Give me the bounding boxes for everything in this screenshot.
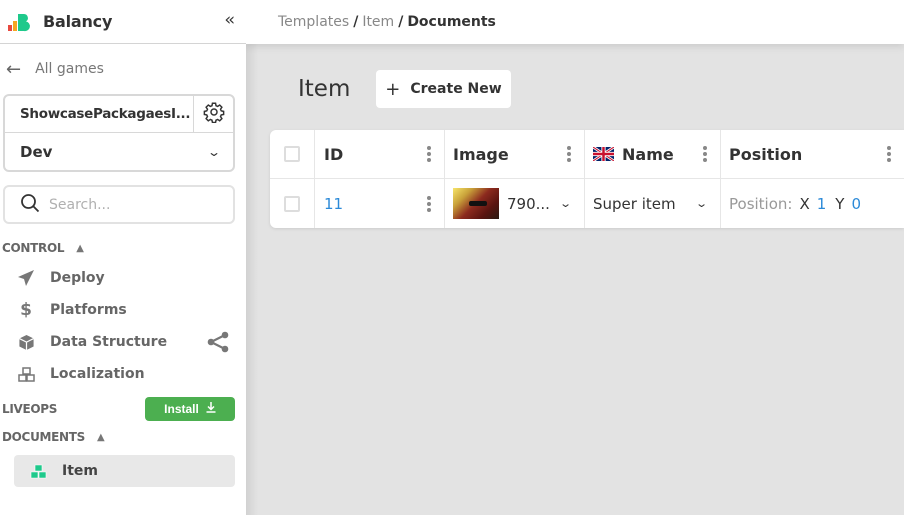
position-y-value[interactable]: 0 bbox=[851, 195, 861, 213]
column-header-label: Position bbox=[729, 144, 803, 164]
column-menu-icon[interactable] bbox=[703, 146, 707, 162]
chevron-down-icon[interactable]: ⌄ bbox=[559, 197, 572, 210]
sidebar-item-label: Data Structure bbox=[50, 334, 168, 350]
column-header-label: Name bbox=[622, 144, 674, 164]
paper-plane-icon bbox=[17, 269, 35, 287]
position-y-label: Y bbox=[835, 194, 845, 213]
cubes-icon bbox=[17, 366, 35, 382]
environment-value: Dev bbox=[20, 142, 53, 161]
create-new-button[interactable]: + Create New bbox=[376, 70, 511, 108]
chevron-up-icon: ▲ bbox=[76, 242, 84, 254]
position-x-label: X bbox=[799, 194, 810, 213]
game-name[interactable]: ShowcasePackagaesI... bbox=[5, 96, 193, 132]
all-games-link[interactable]: ← All games bbox=[0, 44, 246, 94]
search-icon bbox=[20, 193, 40, 217]
position-label: Position: bbox=[729, 194, 793, 213]
column-menu-icon[interactable] bbox=[887, 146, 891, 162]
balancy-logo-icon bbox=[7, 12, 31, 32]
name-cell[interactable]: Super item ⌄ bbox=[585, 179, 721, 228]
search-input[interactable] bbox=[49, 196, 219, 213]
breadcrumb-templates[interactable]: Templates bbox=[278, 14, 349, 30]
gear-icon bbox=[203, 101, 225, 127]
app-name: Balancy bbox=[43, 12, 113, 31]
sidebar-shadow bbox=[246, 44, 258, 515]
column-menu-icon[interactable] bbox=[427, 146, 431, 162]
liveops-section-title: LIVEOPS bbox=[2, 402, 58, 416]
column-menu-icon[interactable] bbox=[567, 146, 571, 162]
sidebar-item-localization[interactable]: Localization bbox=[0, 358, 246, 390]
sidebar: Balancy ‹‹ ← All games ShowcasePackagaes… bbox=[0, 0, 246, 515]
sidebar-item-label: Platforms bbox=[50, 302, 127, 318]
table-header-row: ID Image Name Position bbox=[270, 130, 904, 179]
cubes-icon bbox=[30, 464, 47, 479]
all-games-label: All games bbox=[35, 61, 104, 77]
column-header-label: Image bbox=[453, 144, 509, 164]
sidebar-item-deploy[interactable]: Deploy bbox=[0, 262, 246, 294]
sidebar-item-platforms[interactable]: $ Platforms bbox=[0, 294, 246, 326]
position-x-value[interactable]: 1 bbox=[817, 195, 827, 213]
documents-section-title: DOCUMENTS bbox=[2, 430, 86, 444]
cube-icon bbox=[17, 334, 35, 351]
breadcrumb: Templates / Item / Documents bbox=[246, 0, 904, 44]
share-icon[interactable] bbox=[206, 331, 230, 357]
uk-flag-icon bbox=[593, 147, 614, 161]
game-settings-button[interactable] bbox=[193, 96, 233, 132]
game-selector: ShowcasePackagaesI... Dev ⌄ bbox=[3, 94, 235, 172]
install-liveops-button[interactable]: Install bbox=[145, 397, 235, 421]
position-cell: Position: X 1 Y 0 bbox=[721, 179, 904, 228]
chevron-up-icon: ▲ bbox=[97, 431, 105, 443]
row-checkbox[interactable] bbox=[284, 195, 300, 212]
control-section-header[interactable]: CONTROL ▲ bbox=[0, 234, 246, 262]
image-cell[interactable]: 790... ⌄ bbox=[445, 179, 585, 228]
name-value: Super item bbox=[593, 194, 676, 213]
row-menu-icon[interactable] bbox=[427, 195, 431, 212]
collapse-sidebar-icon[interactable]: ‹‹ bbox=[224, 10, 234, 30]
download-icon bbox=[206, 402, 216, 416]
column-header-position[interactable]: Position bbox=[721, 130, 904, 178]
sidebar-item-data-structure[interactable]: Data Structure bbox=[0, 326, 246, 358]
install-label: Install bbox=[164, 402, 199, 416]
sidebar-item-label: Deploy bbox=[50, 270, 105, 286]
liveops-section-header: LIVEOPS Install bbox=[0, 395, 246, 423]
sidebar-item-label: Item bbox=[62, 463, 98, 479]
chevron-down-icon: ⌄ bbox=[206, 144, 222, 159]
breadcrumb-separator: / bbox=[398, 14, 404, 30]
column-header-image[interactable]: Image bbox=[445, 130, 585, 178]
id-link[interactable]: 11 bbox=[324, 195, 343, 213]
select-all-checkbox[interactable] bbox=[284, 146, 300, 162]
arrow-left-icon: ← bbox=[6, 58, 22, 80]
app-root: Balancy ‹‹ ← All games ShowcasePackagaes… bbox=[0, 0, 904, 515]
breadcrumb-item[interactable]: Item bbox=[362, 14, 394, 30]
create-new-label: Create New bbox=[410, 81, 502, 97]
image-thumbnail bbox=[453, 188, 499, 219]
column-header-id[interactable]: ID bbox=[315, 130, 445, 178]
documents-section-header[interactable]: DOCUMENTS ▲ bbox=[0, 423, 246, 451]
sidebar-item-label: Localization bbox=[50, 366, 145, 382]
documents-table: ID Image Name Position 11 790... ⌄ Super… bbox=[270, 130, 904, 228]
plus-icon: + bbox=[385, 78, 401, 100]
column-header-name[interactable]: Name bbox=[585, 130, 721, 178]
dollar-icon: $ bbox=[20, 300, 32, 320]
control-section-title: CONTROL bbox=[2, 241, 65, 255]
brand-header: Balancy ‹‹ bbox=[0, 0, 246, 44]
breadcrumb-separator: / bbox=[353, 14, 359, 30]
search-box bbox=[3, 185, 235, 224]
image-id: 790... bbox=[507, 194, 550, 213]
sidebar-item-item[interactable]: Item bbox=[14, 455, 235, 487]
id-cell: 11 bbox=[315, 179, 445, 228]
breadcrumb-current: Documents bbox=[407, 14, 496, 30]
row-select-cell bbox=[270, 179, 315, 228]
chevron-down-icon[interactable]: ⌄ bbox=[695, 197, 708, 210]
environment-dropdown[interactable]: Dev ⌄ bbox=[5, 133, 233, 170]
column-header-label: ID bbox=[324, 144, 344, 164]
header-select-cell bbox=[270, 130, 315, 178]
page-title: Item bbox=[298, 76, 351, 102]
table-row[interactable]: 11 790... ⌄ Super item ⌄ Position: X 1 Y… bbox=[270, 179, 904, 228]
